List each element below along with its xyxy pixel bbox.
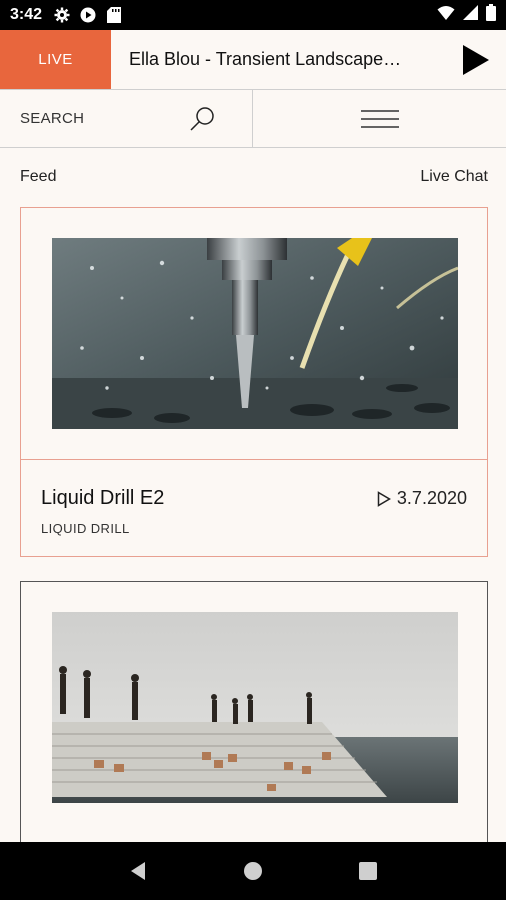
battery-icon xyxy=(486,4,496,26)
home-icon[interactable] xyxy=(233,851,273,891)
tab-feed[interactable]: Feed xyxy=(20,168,56,186)
now-playing-title[interactable]: Ella Blou - Transient Landscape… xyxy=(111,30,446,89)
status-time: 3:42 xyxy=(10,6,43,23)
episode-show: LIQUID DRILL xyxy=(41,521,130,536)
feed-card[interactable]: Liquid Drill E2 LIQUID DRILL 3.7.2020 xyxy=(20,207,488,557)
status-bar: 3:42 xyxy=(0,0,506,30)
play-button[interactable] xyxy=(446,30,506,89)
tab-live-chat[interactable]: Live Chat xyxy=(420,168,488,186)
feed-card[interactable] xyxy=(20,581,488,861)
play-circle-icon xyxy=(78,6,98,24)
system-nav-bar xyxy=(0,842,506,900)
gear-icon xyxy=(52,6,72,24)
play-outline-icon xyxy=(377,490,391,507)
menu-button[interactable] xyxy=(253,90,506,147)
play-icon xyxy=(463,44,489,75)
episode-thumbnail[interactable] xyxy=(52,612,458,803)
live-label: LIVE xyxy=(38,51,73,68)
hamburger-menu-icon xyxy=(360,109,399,128)
search-bar: SEARCH xyxy=(0,90,506,148)
live-button[interactable]: LIVE xyxy=(0,30,111,89)
cell-signal-icon xyxy=(463,5,478,25)
search-label: SEARCH xyxy=(20,110,85,127)
sd-card-icon xyxy=(104,6,124,24)
now-playing-bar: LIVE Ella Blou - Transient Landscape… xyxy=(0,30,506,90)
back-icon[interactable] xyxy=(118,851,158,891)
feed-tabs: Feed Live Chat xyxy=(0,148,506,206)
wifi-icon xyxy=(437,5,455,26)
card-divider xyxy=(21,459,487,460)
episode-thumbnail[interactable] xyxy=(52,238,458,429)
episode-date-text: 3.7.2020 xyxy=(396,488,467,508)
episode-title[interactable]: Liquid Drill E2 xyxy=(41,487,164,510)
search-field[interactable]: SEARCH xyxy=(0,90,253,147)
episode-date[interactable]: 3.7.2020 xyxy=(377,488,467,509)
recents-icon[interactable] xyxy=(348,851,388,891)
search-icon[interactable] xyxy=(188,106,216,137)
